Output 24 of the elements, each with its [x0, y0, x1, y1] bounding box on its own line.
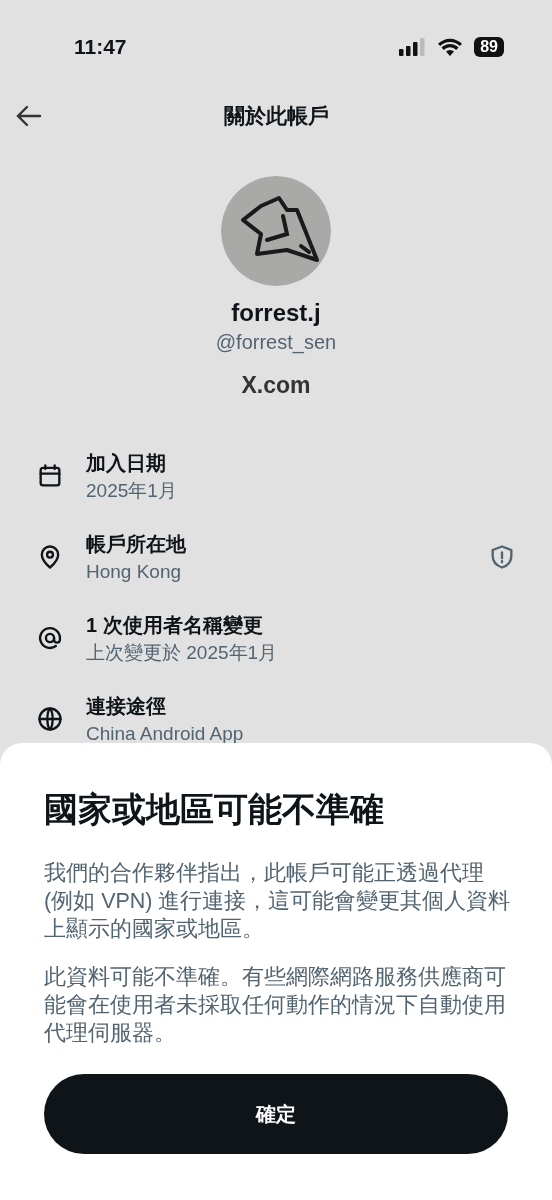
- signal-icon: [399, 38, 427, 56]
- detail-label: 1 次使用者名稱變更: [86, 612, 264, 638]
- back-arrow-icon: [16, 105, 42, 127]
- at-sign-icon: [36, 624, 64, 652]
- sheet-title: 國家或地區可能不準確: [44, 789, 385, 830]
- detail-label: 加入日期: [86, 450, 167, 476]
- battery-indicator: 89: [474, 37, 504, 57]
- confirm-button[interactable]: 確定: [44, 1074, 508, 1154]
- detail-value: 上次變更於 2025年1月: [86, 640, 279, 665]
- globe-icon: [36, 705, 64, 733]
- detail-value: 2025年1月: [86, 478, 178, 503]
- sheet-paragraph: 此資料可能不準確。有些網際網路服務供應商可能會在使用者未採取任何動作的情況下自動使用代理伺服器。: [44, 964, 507, 1047]
- detail-value: China Android App: [86, 721, 245, 746]
- display-name: forrest.j: [231, 298, 321, 328]
- website-text: X.com: [241, 371, 311, 400]
- detail-value: Hong Kong: [86, 559, 183, 584]
- page-title: 關於此帳戶: [223, 103, 329, 130]
- detail-label: 帳戶所在地: [86, 531, 187, 557]
- status-time: 11:47: [74, 34, 127, 61]
- back-button[interactable]: [14, 103, 44, 129]
- detail-label: 連接途徑: [86, 693, 167, 719]
- wifi-icon: [438, 38, 463, 56]
- sheet-paragraph: 我們的合作夥伴指出，此帳戶可能正透過代理 (例如 VPN) 進行連接，這可能會變更其個人資料上顯示的國家或地區。: [44, 860, 512, 943]
- user-handle: @forrest_sen: [215, 330, 337, 356]
